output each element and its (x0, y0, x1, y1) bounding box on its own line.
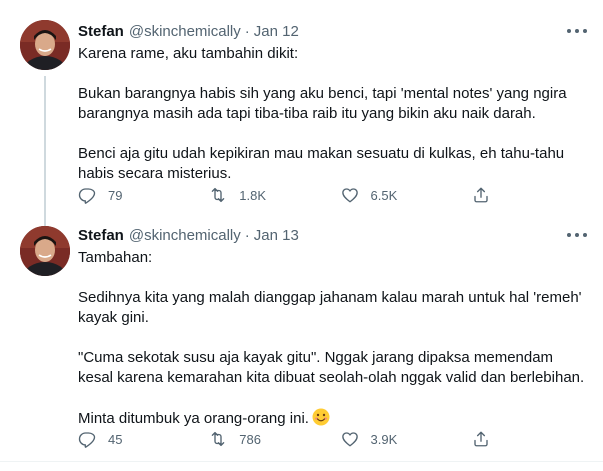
reply-icon (78, 430, 96, 448)
avatar-column (18, 222, 72, 462)
avatar[interactable] (20, 226, 70, 276)
tweet-actions: 45 786 3.9K (78, 430, 603, 448)
thread-connector-line (44, 76, 46, 222)
author-handle[interactable]: @skinchemically (129, 226, 241, 246)
more-options-icon[interactable] (567, 24, 587, 38)
tweet[interactable]: Stefan @skinchemically · Jan 12 Karena r… (0, 0, 603, 222)
tweet-actions: 79 1.8K 6.5K (78, 186, 603, 204)
tweet-paragraph: Minta ditumbuk ya orang-orang ini. (78, 410, 309, 427)
tweet-paragraph: Karena rame, aku tambahin dikit: (78, 45, 299, 62)
retweet-button[interactable]: 786 (209, 430, 340, 448)
tweet-header: Stefan @skinchemically · Jan 12 (78, 22, 587, 42)
share-icon (472, 186, 490, 204)
like-button[interactable]: 3.9K (341, 430, 472, 448)
reply-button[interactable]: 79 (78, 186, 209, 204)
author-handle[interactable]: @skinchemically (129, 22, 241, 42)
tweet-paragraph-with-emoji: Minta ditumbuk ya orang-orang ini. (78, 408, 587, 429)
tweet-header: Stefan @skinchemically · Jan 13 (78, 226, 587, 246)
retweet-icon (209, 186, 227, 204)
retweet-count: 786 (239, 431, 261, 447)
tweet-paragraph: Sedihnya kita yang malah dianggap jahana… (78, 289, 586, 326)
tweet-paragraph: "Cuma sekotak susu aja kayak gitu". Ngga… (78, 349, 585, 386)
avatar[interactable] (20, 20, 70, 70)
retweet-count: 1.8K (239, 187, 266, 203)
separator-dot: · (244, 227, 250, 244)
separator-dot: · (244, 23, 250, 40)
tweet-paragraph: Tambahan: (78, 249, 153, 266)
tweet-content: Stefan @skinchemically · Jan 12 Karena r… (78, 22, 587, 184)
heart-icon (341, 186, 359, 204)
share-button[interactable] (472, 430, 603, 448)
reply-icon (78, 186, 96, 204)
tweet-paragraph: Benci aja gitu udah kepikiran mau makan … (78, 145, 569, 182)
smiling-face-emoji (312, 408, 330, 426)
heart-icon (341, 430, 359, 448)
reply-count: 79 (108, 187, 123, 203)
like-count: 3.9K (370, 431, 398, 447)
tweet-text: Karena rame, aku tambahin dikit: Bukan b… (78, 44, 587, 184)
tweet[interactable]: Stefan @skinchemically · Jan 13 Tambahan… (0, 222, 603, 462)
share-icon (472, 430, 490, 448)
author-name[interactable]: Stefan (78, 226, 124, 246)
avatar-column (18, 0, 72, 222)
tweet-paragraph: Bukan barangnya habis sih yang aku benci… (78, 85, 571, 122)
share-button[interactable] (472, 186, 603, 204)
tweet-date[interactable]: Jan 13 (254, 226, 299, 246)
retweet-icon (209, 430, 227, 448)
like-count: 6.5K (370, 187, 398, 203)
reply-count: 45 (108, 431, 123, 447)
like-button[interactable]: 6.5K (341, 186, 472, 204)
reply-button[interactable]: 45 (78, 430, 209, 448)
tweet-content: Stefan @skinchemically · Jan 13 Tambahan… (78, 226, 587, 429)
tweet-divider (0, 461, 603, 462)
thread-view: Stefan @skinchemically · Jan 12 Karena r… (0, 0, 603, 471)
more-options-icon[interactable] (567, 228, 587, 242)
author-name[interactable]: Stefan (78, 22, 124, 42)
tweet-text: Tambahan: Sedihnya kita yang malah diang… (78, 248, 587, 429)
tweet-date[interactable]: Jan 12 (254, 22, 299, 42)
retweet-button[interactable]: 1.8K (209, 186, 340, 204)
